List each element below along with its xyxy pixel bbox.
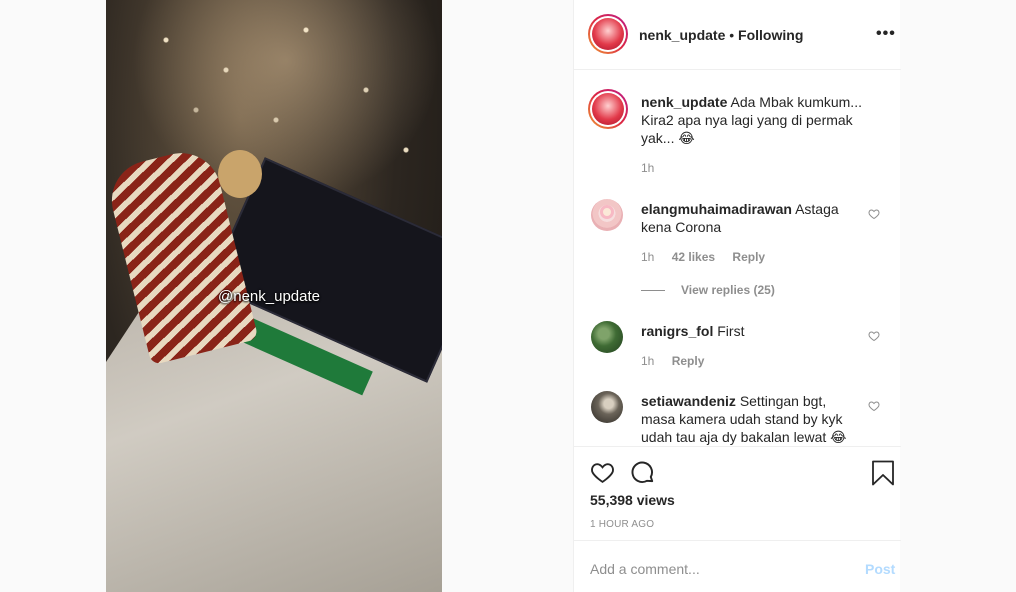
comment-body: elangmuhaimadirawan Astaga kena Corona <box>641 200 859 236</box>
header-separator: • <box>729 27 735 43</box>
reply-button[interactable]: Reply <box>732 250 765 264</box>
post-comment-button[interactable]: Post <box>865 561 895 577</box>
reply-button[interactable]: Reply <box>672 354 705 368</box>
comment-likes[interactable]: 42 likes <box>672 250 715 264</box>
comment-avatar[interactable] <box>591 199 623 231</box>
more-options-icon[interactable]: ••• <box>876 25 896 43</box>
post-details-panel: nenk_update • Following ••• nenk_update … <box>573 0 901 592</box>
save-bookmark-icon[interactable] <box>871 460 895 486</box>
comments-list[interactable]: nenk_update Ada Mbak kumkum... Kira2 apa… <box>574 71 901 446</box>
comment-time[interactable]: 1h <box>641 354 654 368</box>
comment-time[interactable]: 1h <box>641 250 654 264</box>
header-user-line: nenk_update • Following <box>639 27 803 43</box>
video-watermark: @nenk_update <box>218 288 320 305</box>
like-comment-heart-icon[interactable] <box>868 208 880 220</box>
following-button[interactable]: Following <box>738 27 803 43</box>
comment-bubble-icon[interactable] <box>630 460 656 486</box>
comment-meta: 1h 42 likes Reply <box>641 250 779 264</box>
view-replies-button[interactable]: View replies (25) <box>641 283 775 297</box>
caption-meta: 1h <box>641 161 668 175</box>
comment-avatar[interactable] <box>591 391 623 423</box>
post-video[interactable]: @nenk_update <box>106 0 442 592</box>
comment-avatar[interactable] <box>591 321 623 353</box>
view-replies-label: View replies (25) <box>681 283 775 297</box>
comment-text: First <box>717 323 745 339</box>
post-timestamp[interactable]: 1 HOUR AGO <box>590 519 654 530</box>
comment-username[interactable]: elangmuhaimadirawan <box>641 201 792 217</box>
header-username[interactable]: nenk_update <box>639 27 725 43</box>
comment-username[interactable]: setiawandeniz <box>641 393 736 409</box>
comment-username[interactable]: ranigrs_fol <box>641 323 713 339</box>
view-count[interactable]: 55,398 views <box>590 492 675 508</box>
person-head <box>218 150 262 198</box>
comment-composer: Add a comment... Post <box>574 540 901 592</box>
like-heart-icon[interactable] <box>590 460 615 485</box>
caption-time[interactable]: 1h <box>641 161 654 175</box>
caption: nenk_update Ada Mbak kumkum... Kira2 apa… <box>641 93 869 147</box>
post-actions: 55,398 views 1 HOUR AGO <box>574 446 901 540</box>
header-avatar[interactable] <box>588 14 628 54</box>
like-comment-heart-icon[interactable] <box>868 330 880 342</box>
post-header: nenk_update • Following ••• <box>574 0 901 70</box>
replies-divider <box>641 290 665 292</box>
comment-meta: 1h Reply <box>641 354 718 368</box>
like-comment-heart-icon[interactable] <box>868 400 880 412</box>
caption-username[interactable]: nenk_update <box>641 94 727 110</box>
caption-avatar[interactable] <box>588 89 628 129</box>
comment-input[interactable]: Add a comment... <box>590 561 700 577</box>
comment-body: ranigrs_fol First <box>641 322 859 340</box>
comment-body: setiawandeniz Settingan bgt, masa kamera… <box>641 392 859 446</box>
